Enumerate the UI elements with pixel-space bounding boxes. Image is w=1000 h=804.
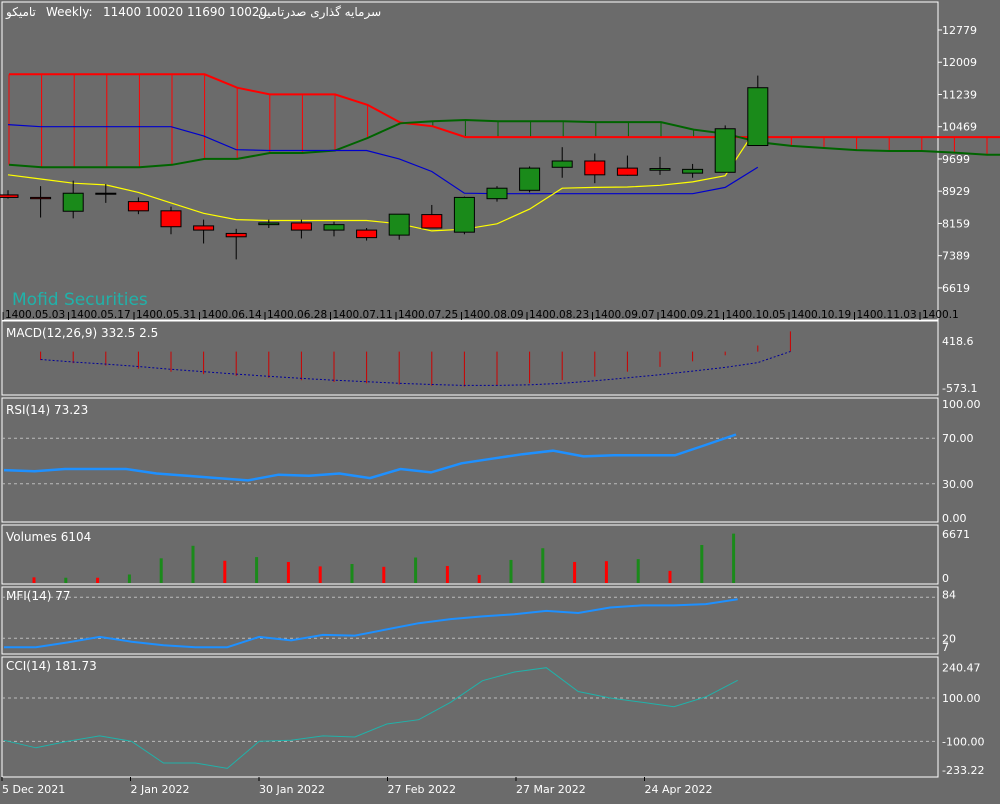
bull-candle-body: [682, 168, 704, 174]
period-tick-label: 1400.07.25: [398, 309, 458, 321]
period-tick-label: 1400.08.23: [529, 309, 589, 321]
bull-candle-body: [486, 187, 508, 200]
mfi-label: MFI(14) 77: [6, 589, 71, 603]
bull-candle-body: [747, 87, 769, 147]
rsi-tick-label: 70.00: [942, 432, 974, 445]
symbol-name: تامیکو: [5, 5, 36, 20]
chart-svg[interactable]: تامیکو Weekly: 11400 10020 11690 10020 س…: [0, 0, 1000, 800]
period-tick-label: 1400.11.03: [857, 309, 917, 321]
bear-candle-body: [127, 201, 149, 212]
timeframe-colon: :: [88, 5, 92, 19]
bull-candle-body: [323, 224, 345, 231]
bear-candle-body: [95, 192, 117, 195]
date-tick-label: 30 Jan 2022: [259, 783, 325, 796]
bull-candle-body: [388, 213, 410, 236]
macd-tick-label: 418.6: [942, 335, 974, 348]
period-tick-label: 1400.05.03: [5, 309, 65, 321]
price-tick-label: 6619: [942, 282, 970, 295]
cci-tick-label: 240.47: [942, 662, 981, 675]
period-tick-label: 1400.1: [922, 309, 959, 321]
macd-tick-label: -573.1: [942, 382, 977, 395]
bull-candle-body: [258, 222, 280, 226]
period-tick-label: 1400.08.09: [464, 309, 524, 321]
bear-candle-body: [30, 196, 52, 200]
cci-tick-label: -233.22: [942, 764, 984, 777]
price-tick-label: 7389: [942, 250, 970, 263]
candle[interactable]: [714, 125, 736, 173]
price-tick-label: 9699: [942, 153, 970, 166]
bull-candle-body: [62, 192, 84, 212]
period-axis: 1400.05.03 1400.05.17 1400.05.31 1400.06.14…: [2, 309, 959, 321]
timeframe-value: Weekly: [46, 5, 89, 19]
watermark: Mofid Securities: [12, 290, 148, 310]
company-name: سرمایه گذاری صدرتامین: [258, 5, 381, 20]
period-tick-label: 1400.07.11: [333, 309, 393, 321]
period-tick-label: 1400.05.31: [136, 309, 196, 321]
bear-candle-body: [0, 194, 19, 198]
candle[interactable]: [453, 196, 475, 235]
cci-tick-label: -100.00: [942, 735, 984, 748]
bear-candle-body: [193, 225, 215, 231]
date-tick-label: 24 Apr 2022: [645, 783, 713, 796]
volume-tick-label: 6671: [942, 528, 970, 541]
rsi-label: RSI(14) 73.23: [6, 403, 88, 417]
mfi-tick-label: 84: [942, 588, 956, 601]
period-tick-label: 1400.10.05: [726, 309, 786, 321]
period-tick-label: 1400.06.28: [267, 309, 327, 321]
bull-candle-body: [714, 128, 736, 173]
bear-candle-body: [290, 222, 312, 231]
chart-background: [0, 0, 1000, 800]
bear-candle-body: [421, 214, 443, 229]
rsi-tick-label: 100.00: [942, 398, 981, 411]
ohlc-readout: 11400 10020 11690 10020: [103, 5, 267, 19]
date-tick-label: 27 Mar 2022: [516, 783, 586, 796]
bull-candle-body: [453, 196, 475, 233]
bear-candle-body: [160, 210, 182, 228]
price-tick-label: 11239: [942, 88, 977, 101]
bull-candle-body: [551, 160, 573, 168]
date-tick-label: 5 Dec 2021: [2, 783, 65, 796]
period-tick-label: 1400.09.21: [660, 309, 720, 321]
bear-candle-body: [225, 232, 247, 238]
price-tick-label: 10469: [942, 121, 977, 134]
chart-window[interactable]: تامیکو Weekly: 11400 10020 11690 10020 س…: [0, 0, 1000, 800]
cci-label: CCI(14) 181.73: [6, 659, 97, 673]
rsi-tick-label: 30.00: [942, 478, 974, 491]
period-tick-label: 1400.10.19: [791, 309, 851, 321]
bear-candle-body: [584, 160, 606, 176]
rsi-tick-label: 0.00: [942, 512, 967, 525]
volume-tick-label: 0: [942, 572, 949, 585]
price-tick-label: 12779: [942, 24, 977, 37]
period-tick-label: 1400.06.14: [202, 309, 262, 321]
price-tick-label: 12009: [942, 56, 977, 69]
macd-label: MACD(12,26,9) 332.5 2.5: [6, 326, 158, 340]
period-tick-label: 1400.05.17: [71, 309, 131, 321]
bear-candle-body: [616, 167, 638, 176]
price-tick-label: 8159: [942, 217, 970, 230]
candle[interactable]: [519, 166, 541, 193]
bull-candle-body: [519, 167, 541, 191]
date-tick-label: 2 Jan 2022: [131, 783, 190, 796]
volume-label: Volumes 6104: [6, 530, 91, 544]
timeframe-label: Weekly:: [46, 5, 93, 19]
cci-tick-label: 100.00: [942, 692, 981, 705]
bull-candle-body: [649, 168, 671, 171]
date-tick-label: 27 Feb 2022: [388, 783, 456, 796]
bear-candle-body: [356, 229, 378, 239]
price-tick-label: 8929: [942, 185, 970, 198]
mfi-tick-label: 7: [942, 641, 949, 654]
period-tick-label: 1400.09.07: [595, 309, 655, 321]
